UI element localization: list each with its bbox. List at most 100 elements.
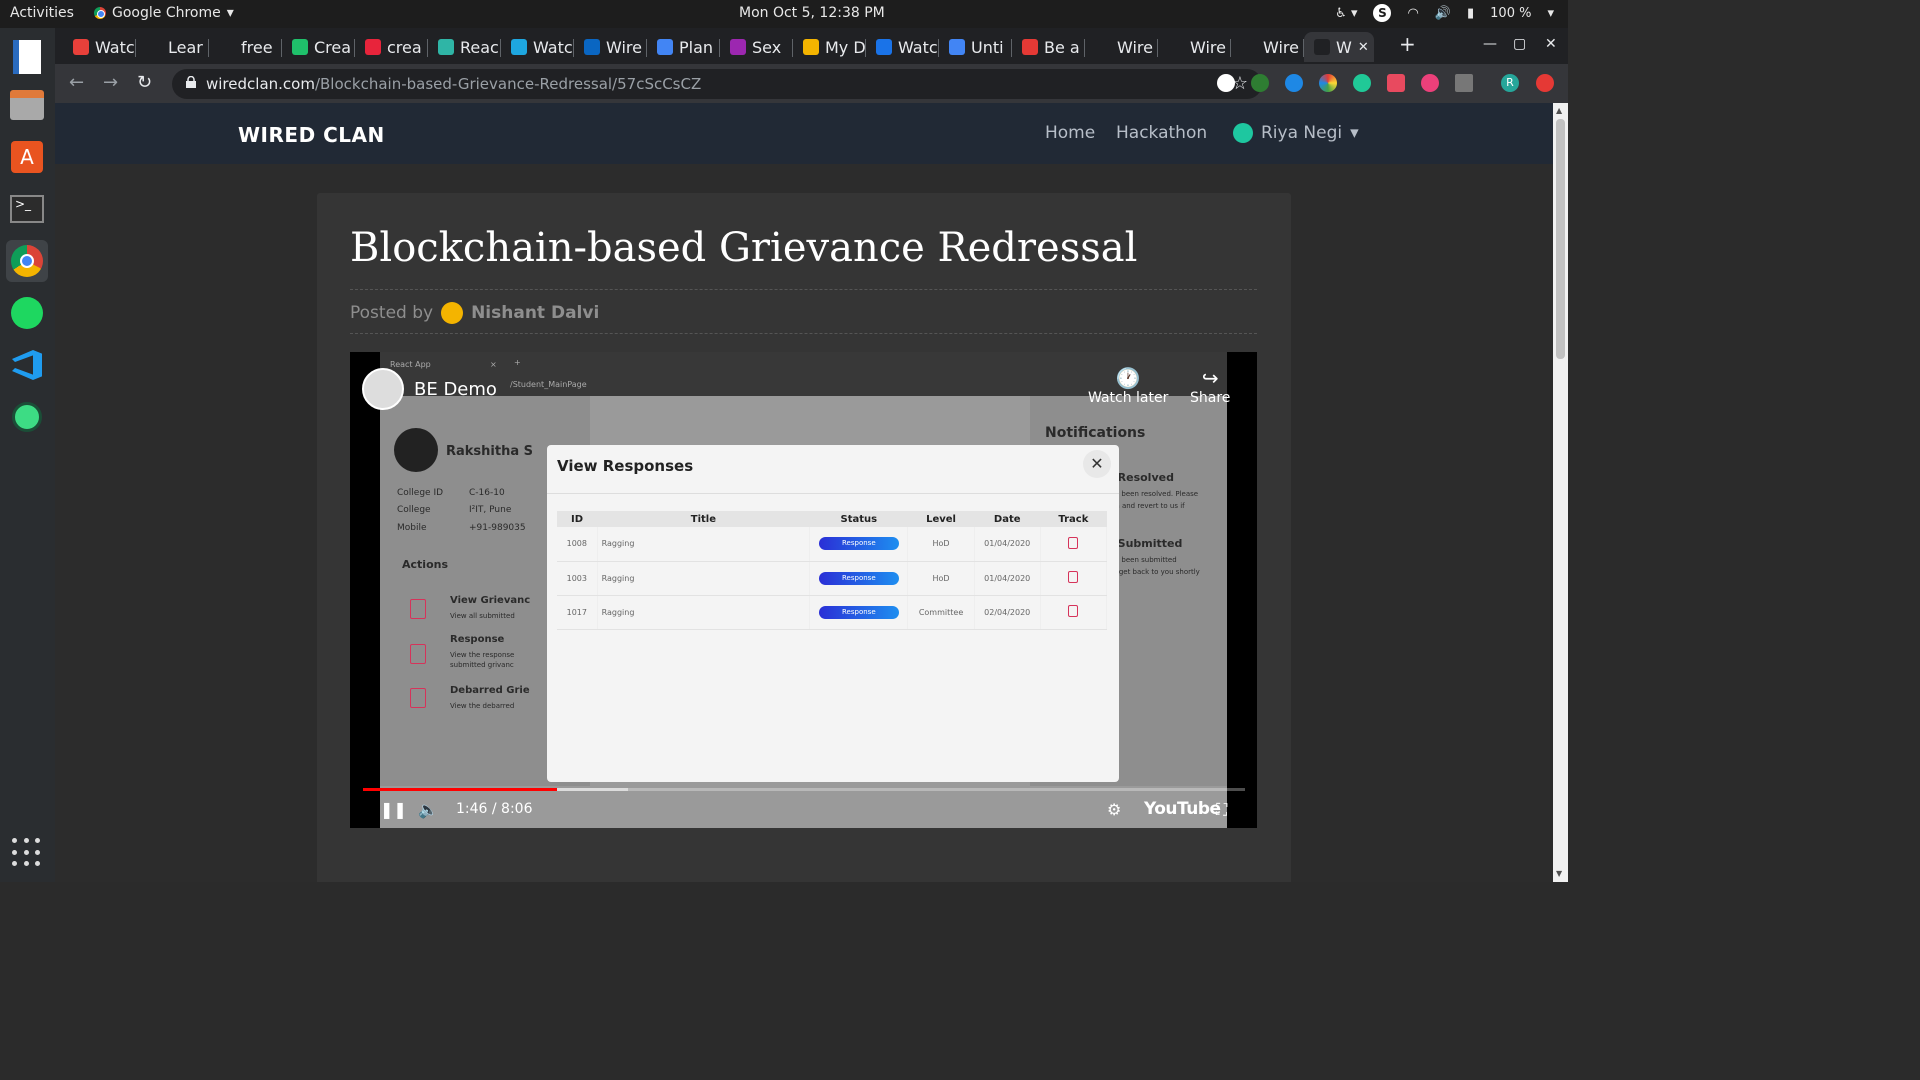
site-logo[interactable]: WIRED CLAN bbox=[238, 123, 385, 147]
extension-icon[interactable] bbox=[1353, 74, 1371, 92]
page-scrollbar[interactable]: ▲ ▼ bbox=[1553, 103, 1568, 882]
tab-label: W bbox=[1336, 37, 1352, 57]
extension-icon[interactable] bbox=[1455, 74, 1473, 92]
cell-title: Ragging bbox=[597, 595, 811, 630]
files-icon[interactable] bbox=[6, 84, 48, 126]
nav-home[interactable]: Home bbox=[1045, 123, 1095, 143]
video-channel-header[interactable]: BE Demo bbox=[362, 368, 497, 410]
nav-hackathon[interactable]: Hackathon bbox=[1116, 123, 1207, 143]
maximize-icon[interactable]: ▢ bbox=[1513, 36, 1526, 52]
browser-tab[interactable]: Wire bbox=[1085, 32, 1158, 62]
scroll-down-icon[interactable]: ▼ bbox=[1556, 869, 1562, 878]
browser-tab[interactable]: Sex bbox=[720, 32, 793, 62]
browser-tab[interactable]: Lear bbox=[136, 32, 209, 62]
cell-level: HoD bbox=[907, 527, 975, 562]
accessibility-icon[interactable]: ♿ ▾ bbox=[1335, 6, 1357, 21]
chrome-dock-icon[interactable] bbox=[6, 240, 48, 282]
browser-tab[interactable]: Watc bbox=[501, 32, 574, 62]
browser-tab[interactable]: Plan bbox=[647, 32, 720, 62]
system-tray[interactable]: ♿ ▾ S ◠ 🔊 ▮ 100 % ▾ bbox=[1335, 4, 1554, 22]
action-desc: submitted grivanc bbox=[450, 661, 514, 669]
scrollbar-thumb[interactable] bbox=[1556, 119, 1565, 359]
fullscreen-icon[interactable]: ⛶ bbox=[1216, 800, 1227, 820]
extension-icon[interactable] bbox=[1217, 74, 1235, 92]
favicon-icon bbox=[1241, 39, 1257, 55]
author-avatar bbox=[441, 302, 464, 324]
tab-label: Sex bbox=[752, 37, 782, 57]
address-bar[interactable]: wiredclan.com/Blockchain-based-Grievance… bbox=[172, 69, 1262, 99]
react-devtools-icon[interactable] bbox=[1285, 74, 1303, 92]
chevron-down-icon: ▾ bbox=[1350, 123, 1359, 143]
close-window-icon[interactable]: ✕ bbox=[1545, 36, 1557, 52]
browser-tab[interactable]: My D bbox=[793, 32, 866, 62]
action-desc: View all submitted bbox=[450, 612, 515, 620]
browser-tab[interactable]: Watc bbox=[866, 32, 939, 62]
edit-document-icon bbox=[410, 644, 426, 664]
tab-label: Plan bbox=[679, 37, 714, 57]
share-button[interactable]: ↪ Share bbox=[1190, 366, 1230, 406]
extension-icon[interactable] bbox=[1319, 74, 1337, 92]
terminal-icon[interactable]: >_ bbox=[6, 188, 48, 230]
scroll-up-icon[interactable]: ▲ bbox=[1556, 106, 1562, 115]
pause-icon[interactable]: ❚❚ bbox=[380, 800, 407, 819]
share-icon: ↪ bbox=[1201, 366, 1219, 390]
spotify-icon[interactable] bbox=[6, 292, 48, 334]
video-time: 1:46 / 8:06 bbox=[456, 801, 533, 817]
browser-tab[interactable]: free bbox=[209, 32, 282, 62]
skype-icon[interactable]: S bbox=[1373, 4, 1392, 22]
extension-icon[interactable] bbox=[1251, 74, 1269, 92]
app-menu[interactable]: Google Chrome ▾ bbox=[94, 5, 234, 21]
author-name[interactable]: Nishant Dalvi bbox=[471, 303, 599, 323]
channel-avatar[interactable] bbox=[362, 368, 404, 410]
extension-icon[interactable] bbox=[1387, 74, 1405, 92]
browser-tab[interactable]: Watc bbox=[63, 32, 136, 62]
activities-button[interactable]: Activities bbox=[10, 5, 74, 21]
table-row: 1017 Ragging Response Committee 02/04/20… bbox=[557, 595, 1108, 630]
dock: A >_ bbox=[0, 28, 55, 882]
minimize-icon[interactable]: — bbox=[1483, 36, 1497, 52]
new-tab-button[interactable]: + bbox=[1399, 32, 1416, 56]
profile-avatar[interactable]: R bbox=[1501, 74, 1519, 92]
youtube-logo[interactable]: YouTube bbox=[1144, 799, 1221, 819]
clock[interactable]: Mon Oct 5, 12:38 PM bbox=[739, 5, 885, 21]
video-title[interactable]: BE Demo bbox=[414, 379, 497, 400]
volume-icon[interactable]: 🔈 bbox=[418, 800, 438, 819]
cell-status: Response bbox=[809, 561, 909, 596]
browser-tab[interactable]: crea bbox=[355, 32, 428, 62]
reload-icon[interactable]: ↻ bbox=[137, 72, 152, 93]
software-center-icon[interactable]: A bbox=[6, 136, 48, 178]
status-badge: Response bbox=[818, 571, 899, 585]
favicon-icon bbox=[1314, 39, 1330, 55]
watch-later-button[interactable]: 🕐 Watch later bbox=[1088, 366, 1168, 406]
favicon-icon bbox=[803, 39, 819, 55]
favicon-icon bbox=[876, 39, 892, 55]
browser-tab[interactable]: Reac bbox=[428, 32, 501, 62]
extension-icon[interactable] bbox=[1421, 74, 1439, 92]
close-tab-icon[interactable]: ✕ bbox=[1358, 40, 1369, 55]
writer-icon[interactable] bbox=[6, 36, 48, 78]
browser-tab[interactable]: Be a bbox=[1012, 32, 1085, 62]
favicon-icon bbox=[365, 39, 381, 55]
post-card: Blockchain-based Grievance Redressal Pos… bbox=[317, 193, 1291, 882]
track-icon bbox=[1068, 571, 1079, 583]
video-progress-bar[interactable] bbox=[363, 788, 1245, 791]
browser-tab[interactable]: Wire bbox=[1158, 32, 1231, 62]
back-icon[interactable]: ← bbox=[69, 72, 84, 93]
browser-tab[interactable]: W ✕ bbox=[1304, 32, 1374, 62]
tab-label: Watc bbox=[95, 37, 135, 57]
browser-tab[interactable]: Unti bbox=[939, 32, 1012, 62]
browser-tab[interactable]: Wire bbox=[574, 32, 647, 62]
tab-label: Watc bbox=[898, 37, 938, 57]
settings-gear-icon[interactable]: ⚙ bbox=[1107, 800, 1121, 819]
action-title: View Grievanc bbox=[450, 595, 531, 606]
update-icon[interactable] bbox=[1536, 74, 1554, 92]
action-desc: View the response bbox=[450, 651, 515, 659]
browser-tab[interactable]: Crea bbox=[282, 32, 355, 62]
browser-tab[interactable]: Wire bbox=[1231, 32, 1304, 62]
user-menu[interactable]: Riya Negi ▾ bbox=[1233, 123, 1359, 143]
show-applications-icon[interactable] bbox=[12, 838, 42, 868]
vscode-icon[interactable] bbox=[6, 344, 48, 386]
android-studio-icon[interactable] bbox=[6, 396, 48, 438]
video-player[interactable]: React App × + /Student_MainPage Rakshith… bbox=[350, 352, 1257, 828]
forward-icon[interactable]: → bbox=[103, 72, 118, 93]
